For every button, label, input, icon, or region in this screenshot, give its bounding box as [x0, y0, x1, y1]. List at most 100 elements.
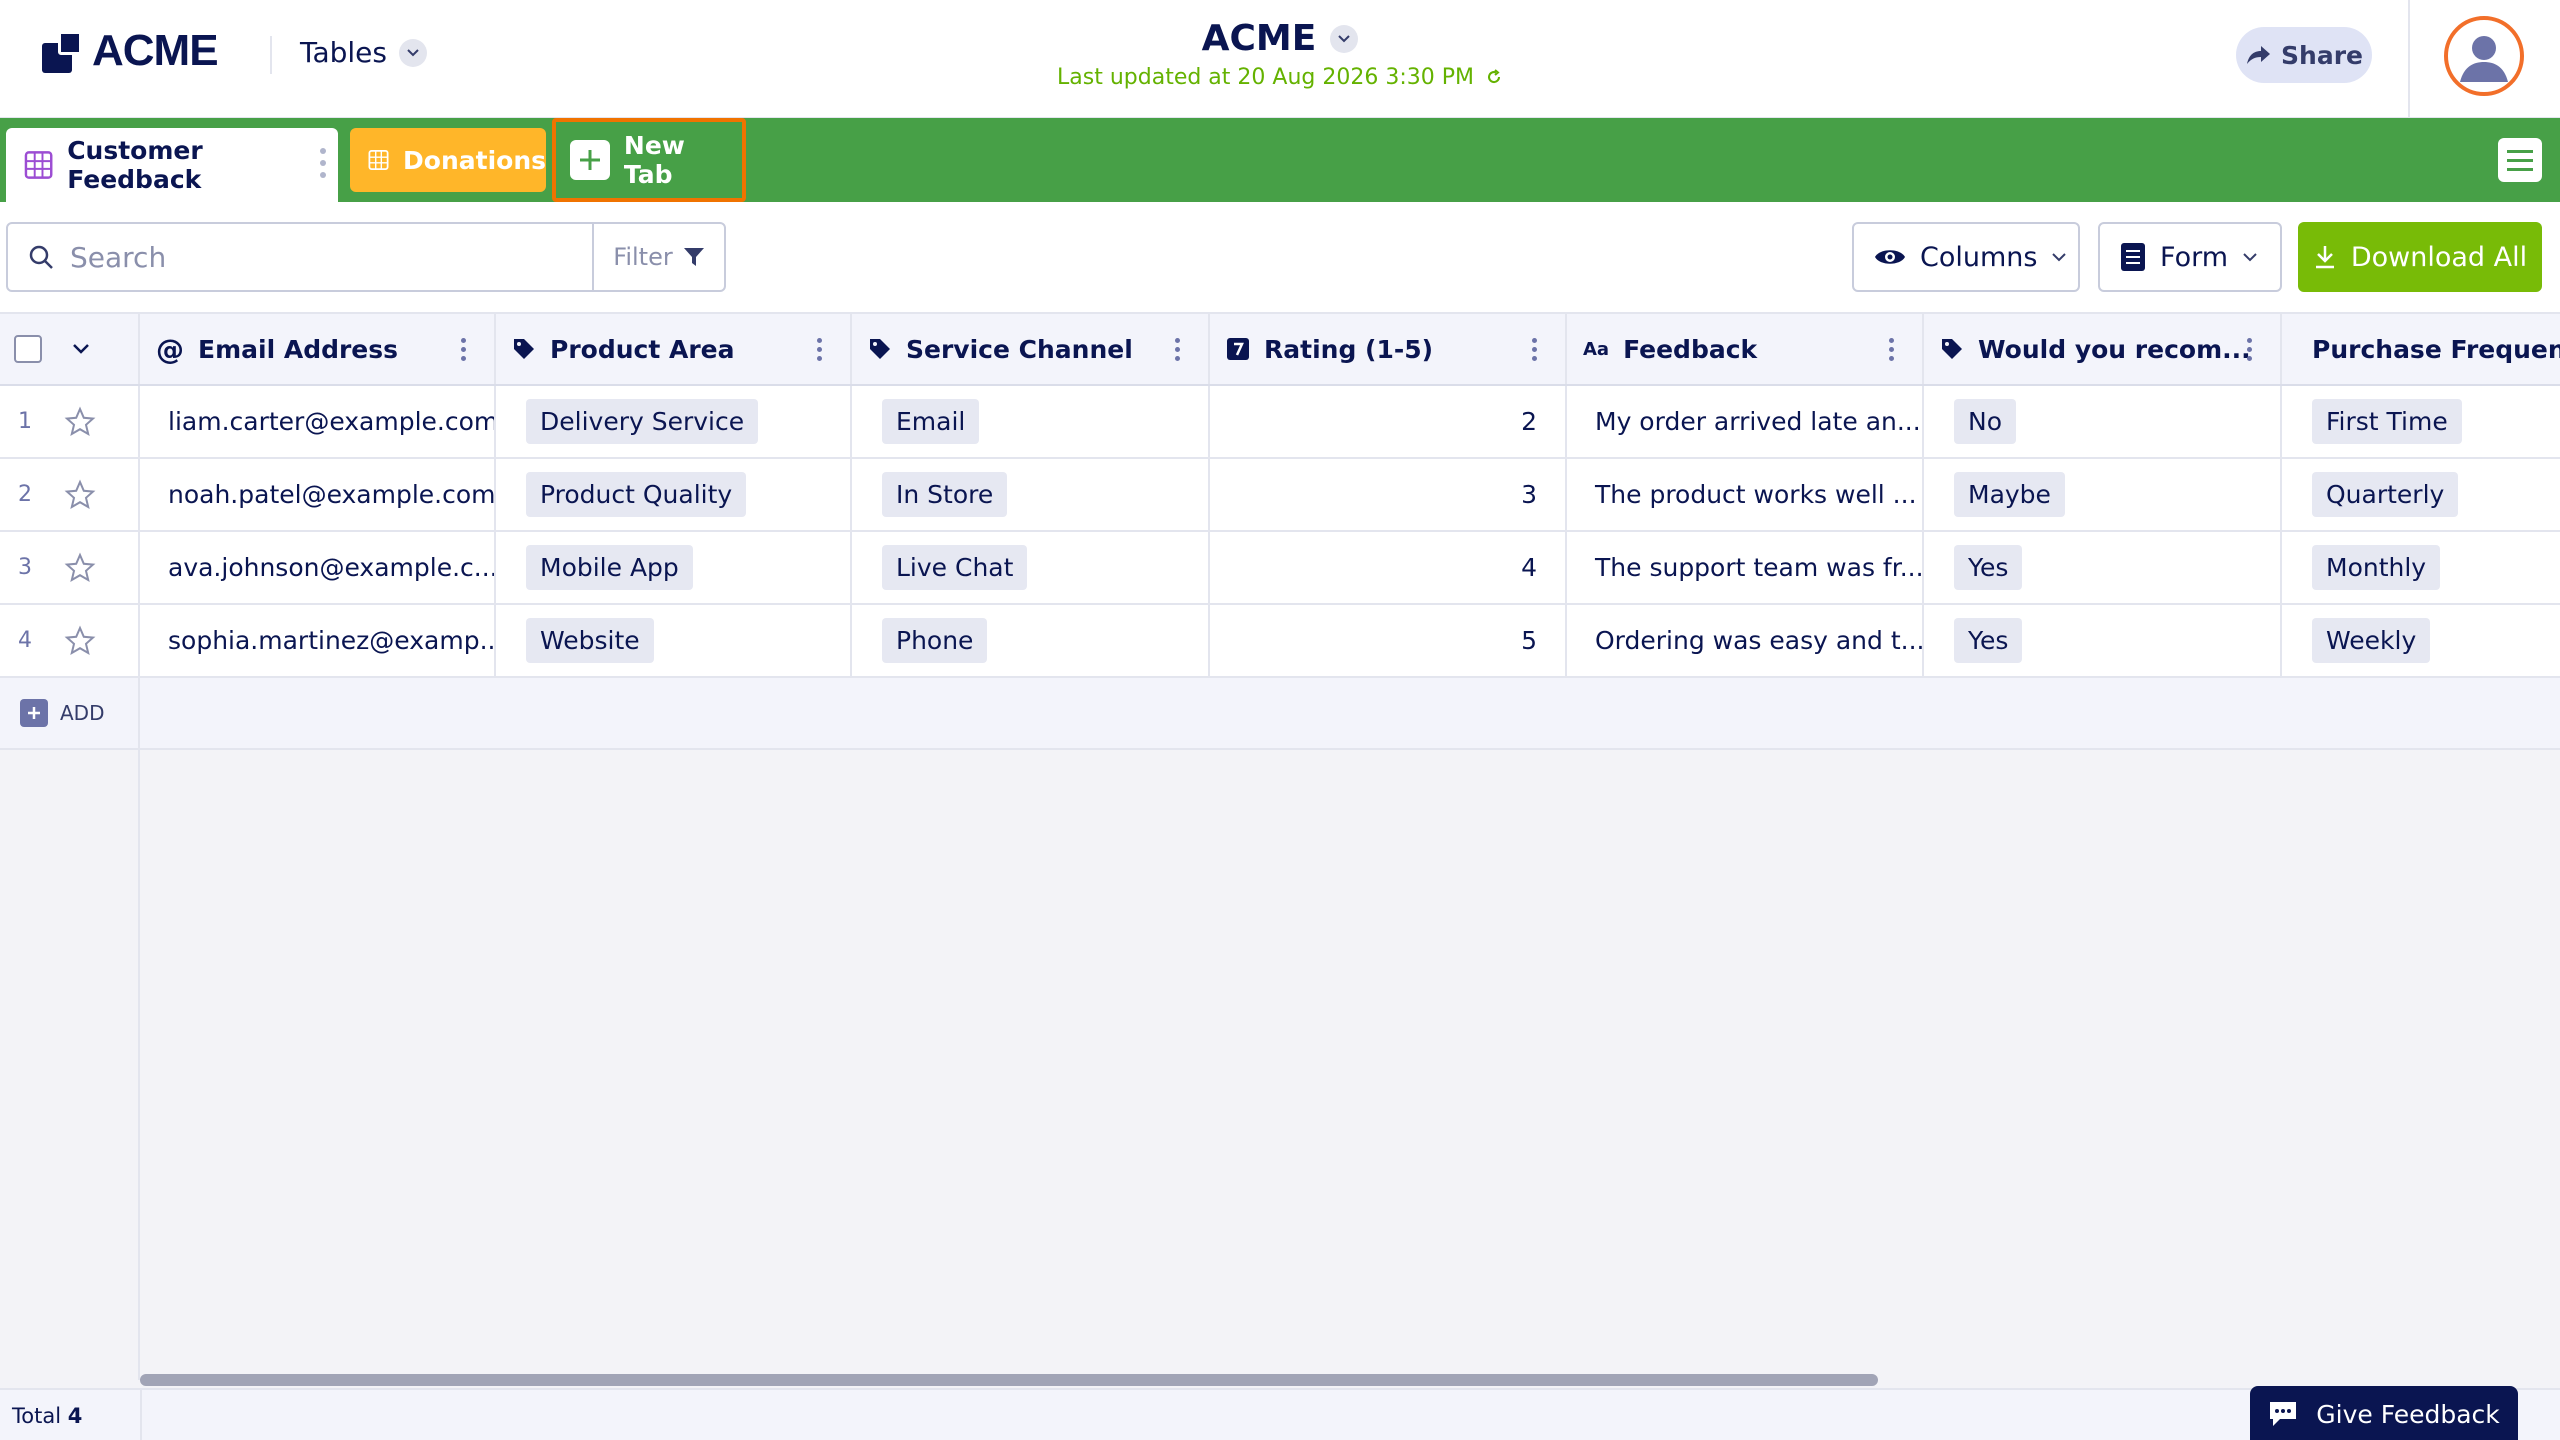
star-icon[interactable]	[64, 624, 96, 657]
column-header-service-channel[interactable]: Service Channel	[852, 314, 1210, 384]
text-icon: Aa	[1583, 338, 1610, 360]
give-feedback-button[interactable]: Give Feedback	[2250, 1386, 2518, 1440]
recommend-cell[interactable]: Yes	[1924, 605, 2282, 676]
search-box: Search Filter	[6, 222, 726, 292]
select-all-checkbox[interactable]	[14, 335, 42, 363]
purchase-frequency-cell[interactable]: Quarterly	[2282, 459, 2560, 530]
recommend-cell[interactable]: Maybe	[1924, 459, 2282, 530]
purchase-frequency-cell[interactable]: Weekly	[2282, 605, 2560, 676]
rating-cell[interactable]: 4	[1210, 532, 1567, 603]
row-number: 3	[18, 555, 32, 580]
tab-label: Customer Feedback	[67, 136, 203, 194]
horizontal-scrollbar[interactable]	[140, 1374, 1878, 1386]
recommend-cell[interactable]: No	[1924, 386, 2282, 457]
service-channel-cell[interactable]: Phone	[852, 605, 1210, 676]
column-header-feedback[interactable]: Aa Feedback	[1567, 314, 1924, 384]
column-label: Would you recom...	[1978, 334, 2251, 364]
hamburger-menu-icon[interactable]	[2498, 138, 2542, 182]
tab-customer-feedback[interactable]: Customer Feedback	[6, 128, 338, 202]
column-header-rating[interactable]: Rating (1-5)	[1210, 314, 1567, 384]
email-cell[interactable]: liam.carter@example.com	[140, 386, 496, 457]
avatar[interactable]	[2444, 16, 2524, 96]
app-title[interactable]: ACME	[1202, 18, 1359, 59]
cell-text: The support team was fr...	[1595, 553, 1924, 582]
table-row[interactable]: 1 liam.carter@example.com Delivery Servi…	[0, 386, 2560, 459]
star-icon[interactable]	[64, 405, 96, 438]
cell-text: noah.patel@example.com	[168, 480, 496, 509]
email-cell[interactable]: noah.patel@example.com	[140, 459, 496, 530]
table-row[interactable]: 2 noah.patel@example.com Product Quality…	[0, 459, 2560, 532]
cell-text: Ordering was easy and t...	[1595, 626, 1924, 655]
rating-cell[interactable]: 3	[1210, 459, 1567, 530]
cell-text: The product works well ...	[1595, 480, 1917, 509]
total-label: Total	[12, 1404, 62, 1428]
more-vertical-icon[interactable]	[320, 148, 326, 178]
recommend-cell[interactable]: Yes	[1924, 532, 2282, 603]
cell-text: My order arrived late an...	[1595, 407, 1921, 436]
email-cell[interactable]: ava.johnson@example.c...	[140, 532, 496, 603]
number-icon	[1227, 338, 1249, 360]
cell-text: 2	[1521, 407, 1537, 436]
tag-chip: Maybe	[1954, 472, 2065, 517]
more-vertical-icon[interactable]	[1532, 338, 1537, 361]
tag-chip: Website	[526, 618, 654, 663]
service-channel-cell[interactable]: Email	[852, 386, 1210, 457]
more-vertical-icon[interactable]	[817, 338, 822, 361]
table-row[interactable]: 4 sophia.martinez@examp... Website Phone…	[0, 605, 2560, 678]
chevron-down-icon	[1330, 24, 1359, 53]
column-label: Feedback	[1623, 334, 1758, 364]
gutter-column-divider	[0, 750, 140, 1380]
more-vertical-icon[interactable]	[461, 338, 466, 361]
row-gutter: 4	[0, 605, 140, 676]
column-header-product-area[interactable]: Product Area	[496, 314, 852, 384]
column-header-recommend[interactable]: Would you recom...	[1924, 314, 2282, 384]
column-header-purchase-frequency[interactable]: Purchase Frequen...	[2282, 314, 2560, 384]
refresh-icon[interactable]	[1485, 68, 1503, 86]
table-header-row: @ Email Address Product Area Service Cha…	[0, 312, 2560, 386]
purchase-frequency-cell[interactable]: First Time	[2282, 386, 2560, 457]
more-vertical-icon[interactable]	[2247, 338, 2252, 361]
filter-button[interactable]: Filter	[592, 224, 724, 290]
rating-cell[interactable]: 5	[1210, 605, 1567, 676]
form-button[interactable]: Form	[2098, 222, 2282, 292]
star-icon[interactable]	[64, 478, 96, 511]
cell-text: liam.carter@example.com	[168, 407, 496, 436]
purchase-frequency-cell[interactable]: Monthly	[2282, 532, 2560, 603]
download-label: Download All	[2350, 241, 2528, 273]
plus-icon	[20, 699, 48, 727]
new-tab-button[interactable]: New Tab	[552, 118, 746, 202]
filter-label: Filter	[613, 243, 673, 271]
feedback-cell[interactable]: The support team was fr...	[1567, 532, 1924, 603]
table-footer: Total 4	[0, 1388, 2560, 1440]
product-area-cell[interactable]: Website	[496, 605, 852, 676]
share-button[interactable]: Share	[2236, 27, 2372, 83]
product-area-cell[interactable]: Product Quality	[496, 459, 852, 530]
star-icon[interactable]	[64, 551, 96, 584]
add-row-button[interactable]: ADD	[0, 678, 140, 748]
tab-donations[interactable]: Donations	[350, 128, 546, 192]
feedback-cell[interactable]: Ordering was easy and t...	[1567, 605, 1924, 676]
column-label: Product Area	[550, 334, 735, 364]
chevron-down-icon	[2243, 253, 2257, 262]
column-header-email[interactable]: @ Email Address	[140, 314, 496, 384]
more-vertical-icon[interactable]	[1889, 338, 1894, 361]
download-all-button[interactable]: Download All	[2298, 222, 2542, 292]
feedback-cell[interactable]: My order arrived late an...	[1567, 386, 1924, 457]
rating-cell[interactable]: 2	[1210, 386, 1567, 457]
download-icon	[2315, 246, 2334, 269]
service-channel-cell[interactable]: In Store	[852, 459, 1210, 530]
tag-chip: First Time	[2312, 399, 2462, 444]
tag-chip: Product Quality	[526, 472, 747, 517]
chevron-down-icon[interactable]	[72, 343, 90, 355]
table-row[interactable]: 3 ava.johnson@example.c... Mobile App Li…	[0, 532, 2560, 605]
tag-chip: Email	[882, 399, 980, 444]
search-input[interactable]: Search	[8, 224, 592, 290]
email-cell[interactable]: sophia.martinez@examp...	[140, 605, 496, 676]
columns-button[interactable]: Columns	[1852, 222, 2080, 292]
service-channel-cell[interactable]: Live Chat	[852, 532, 1210, 603]
product-area-cell[interactable]: Mobile App	[496, 532, 852, 603]
feedback-cell[interactable]: The product works well ...	[1567, 459, 1924, 530]
cell-text: ava.johnson@example.c...	[168, 553, 496, 582]
more-vertical-icon[interactable]	[1175, 338, 1180, 361]
product-area-cell[interactable]: Delivery Service	[496, 386, 852, 457]
